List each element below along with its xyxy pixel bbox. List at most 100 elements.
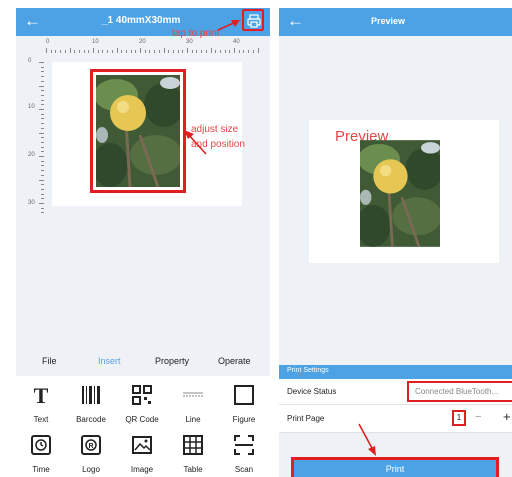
ruler-tick-label: 10 [28, 104, 35, 110]
ruler-tick [144, 50, 146, 53]
ruler-tick [125, 50, 127, 53]
tab-file[interactable]: File [42, 356, 57, 366]
ruler-tick [41, 174, 44, 176]
tool-figure[interactable]: Figure [222, 384, 266, 424]
ruler-tick [187, 48, 188, 53]
tool-time[interactable]: Time [19, 434, 63, 474]
ruler-tick-label: 30 [186, 39, 193, 45]
ruler-tick [196, 50, 198, 53]
ruler-tick [41, 90, 44, 92]
tool-label: Time [32, 465, 50, 474]
selection-frame[interactable] [90, 69, 186, 193]
ruler-tick [257, 48, 259, 53]
editor-screen: ← _1 40mmX30mm 0 10 20 30 40 0 10 20 30 … [16, 8, 270, 477]
tab-property[interactable]: Property [155, 356, 189, 366]
ruler-tick [41, 123, 44, 125]
tap-to-print-annotation: tap to print [172, 28, 220, 39]
print-button[interactable]: Print [291, 457, 499, 477]
ruler-tick [41, 94, 44, 96]
figure-icon [234, 385, 254, 405]
tool-label: QR Code [125, 415, 159, 424]
ruler-tick [172, 50, 174, 53]
ruler-tick [41, 113, 44, 115]
arrow-annotation [358, 423, 376, 456]
ruler-tick [41, 80, 44, 82]
tool-label: Figure [232, 415, 256, 424]
ruler-tick [60, 50, 62, 53]
tool-text[interactable]: T Text [19, 383, 63, 424]
ruler-tick [39, 203, 44, 204]
ruler-tick [149, 50, 151, 53]
tool-scan[interactable]: Scan [222, 434, 266, 474]
device-status-label: Device Status [287, 387, 337, 396]
ruler-tick [41, 71, 44, 73]
tool-line[interactable]: Line [171, 384, 215, 424]
ruler-tick [39, 156, 44, 157]
ruler-tick-label: 0 [28, 58, 32, 64]
tool-table[interactable]: Table [171, 434, 215, 474]
ruler-tick [135, 50, 137, 53]
ruler-tick [41, 151, 44, 153]
ruler-tick [168, 50, 170, 53]
print-settings-header: Print Settings [279, 365, 512, 379]
ruler-tick [41, 193, 44, 195]
ruler-tick [107, 50, 109, 53]
ruler-tick [154, 50, 156, 53]
increment-button[interactable]: + [503, 409, 511, 424]
ruler-tick-label: 20 [28, 152, 35, 158]
back-arrow-icon[interactable]: ← [287, 11, 304, 31]
logo-icon: R [81, 435, 101, 455]
tool-label: Line [185, 415, 201, 424]
device-status-value[interactable]: Connected BlueTooth... [407, 381, 512, 402]
vertical-ruler: 0 10 20 30 [18, 54, 44, 214]
ruler-tick [41, 137, 44, 139]
tab-insert[interactable]: Insert [98, 356, 121, 366]
ruler-tick [41, 66, 44, 68]
text-icon: T [34, 383, 49, 408]
ruler-tick [182, 50, 184, 53]
table-icon [183, 435, 203, 455]
print-button[interactable] [242, 9, 264, 31]
ruler-tick-label: 40 [233, 39, 240, 45]
ruler-tick [201, 50, 203, 53]
print-page-row: Print Page 1 − + [279, 405, 512, 433]
decrement-button[interactable]: − [475, 411, 481, 423]
ruler-tick [163, 48, 165, 53]
ruler-tick [140, 48, 141, 53]
preview-screen: ← Preview Preview Print Settings Device … [279, 8, 512, 477]
print-page-input[interactable]: 1 [452, 410, 466, 426]
clock-icon [31, 435, 51, 455]
arrow-annotation [217, 20, 240, 31]
ruler-tick [41, 170, 44, 172]
back-arrow-icon[interactable]: ← [24, 11, 41, 31]
ruler-tick [83, 50, 85, 53]
ruler-tick [248, 50, 250, 53]
ruler-tick [158, 50, 160, 53]
ruler-tick [116, 48, 118, 53]
ruler-tick [41, 188, 44, 190]
ruler-tick [69, 48, 71, 53]
preview-photo-image [360, 140, 440, 248]
tool-label: Logo [82, 465, 100, 474]
adjust-annotation-line1: adjust size [191, 124, 239, 135]
ruler-tick [205, 50, 207, 53]
ruler-tick-label: 0 [46, 39, 50, 45]
print-button-label: Print [385, 464, 405, 474]
tab-operate[interactable]: Operate [218, 356, 251, 366]
tool-label: Scan [234, 465, 254, 474]
ruler-tick [215, 50, 217, 53]
preview-header: ← Preview [279, 8, 512, 36]
tool-barcode[interactable]: Barcode [69, 384, 113, 424]
ruler-tick [41, 104, 44, 106]
qr-code-icon [132, 385, 152, 405]
line-icon [183, 392, 203, 397]
ruler-tick [243, 50, 245, 53]
tool-image[interactable]: Image [120, 434, 164, 474]
barcode-icon [82, 386, 100, 404]
tool-logo[interactable]: R Logo [69, 434, 113, 474]
page-title: _1 40mmX30mm [102, 15, 181, 26]
tool-qr-code[interactable]: QR Code [120, 384, 164, 424]
ruler-tick [39, 109, 44, 110]
ruler-tick [97, 50, 99, 53]
ruler-tick [234, 48, 235, 53]
